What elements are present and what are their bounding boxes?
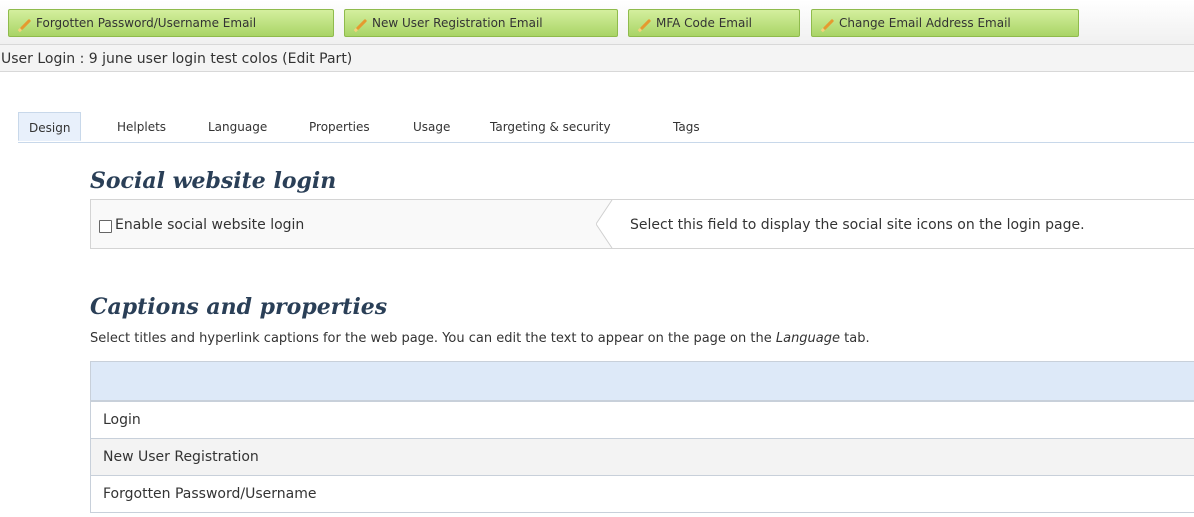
new-user-registration-email-button[interactable]: New User Registration Email [344,9,618,37]
forgotten-password-email-label: Forgotten Password/Username Email [36,16,257,30]
tab-bar: Design Helplets Language Properties Usag… [18,112,1194,143]
tab-design[interactable]: Design [18,112,82,141]
new-user-registration-email-label: New User Registration Email [372,16,543,30]
tab-language[interactable]: Language [208,112,267,142]
field-help-divider [596,200,622,248]
social-login-field-row: Enable social website login Select this … [90,199,1194,249]
tab-targeting-security[interactable]: Targeting & security [490,112,611,142]
captions-description-text: Select titles and hyperlink captions for… [90,331,776,346]
change-email-address-email-label: Change Email Address Email [839,16,1011,30]
captions-description-tail: tab. [840,331,870,346]
pencil-icon [639,18,652,31]
social-login-heading: Social website login [90,168,337,194]
mfa-code-email-button[interactable]: MFA Code Email [628,9,800,37]
mfa-code-email-label: MFA Code Email [656,16,753,30]
pencil-icon [19,18,32,31]
language-tab-reference: Language [775,331,841,346]
enable-social-login-label[interactable]: Enable social website login [115,217,304,233]
change-email-address-email-button[interactable]: Change Email Address Email [811,9,1079,37]
pencil-icon [355,18,368,31]
social-login-help-text: Select this field to display the social … [630,217,1085,233]
tab-helplets[interactable]: Helplets [117,112,166,142]
email-toolbar: Forgotten Password/Username Email New Us… [0,0,1194,44]
caption-row-new-user-registration[interactable]: New User Registration [91,438,1194,475]
tab-tags[interactable]: Tags [673,112,700,142]
captions-description: Select titles and hyperlink captions for… [90,331,870,346]
captions-grid-header [91,362,1194,401]
forgotten-password-email-button[interactable]: Forgotten Password/Username Email [8,9,334,37]
captions-grid: Login New User Registration Forgotten Pa… [90,361,1194,513]
enable-social-login-checkbox[interactable] [99,220,112,233]
tab-properties[interactable]: Properties [309,112,370,142]
captions-heading: Captions and properties [90,294,388,320]
caption-row-forgotten-password[interactable]: Forgotten Password/Username [91,475,1194,512]
caption-row-login[interactable]: Login [91,401,1194,438]
pencil-icon [822,18,835,31]
tab-usage[interactable]: Usage [413,112,450,142]
page-title: User Login : 9 june user login test colo… [0,44,1194,72]
